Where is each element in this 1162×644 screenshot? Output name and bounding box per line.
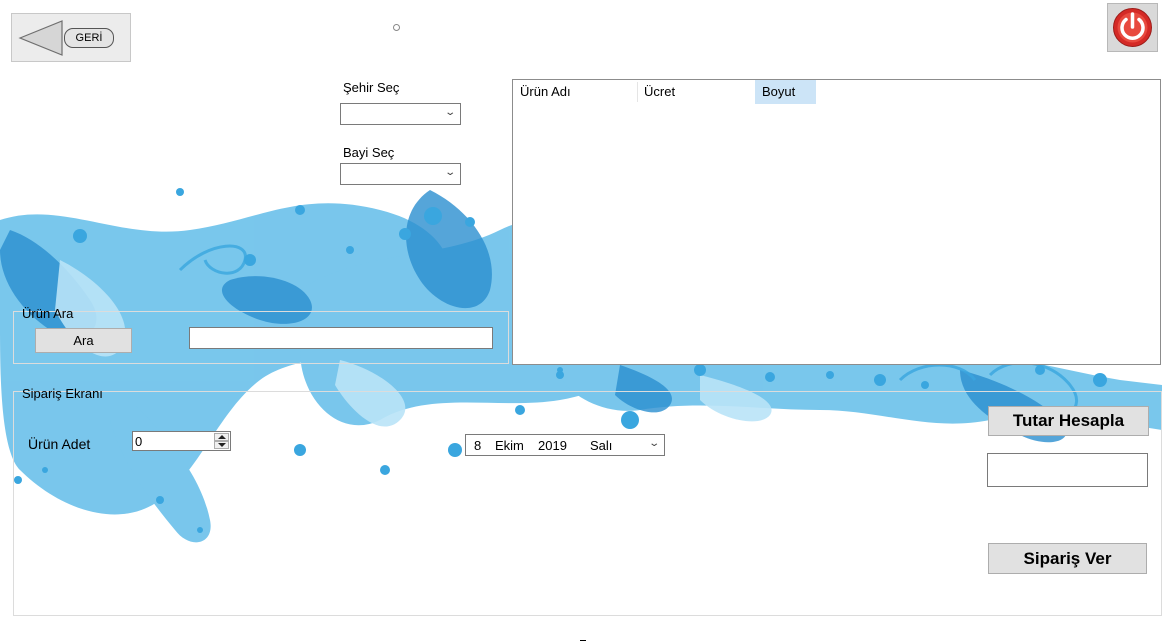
place-order-button[interactable]: Sipariş Ver [988,543,1147,574]
date-year: 2019 [538,438,567,453]
decrement-icon[interactable] [214,441,229,449]
calculate-total-button[interactable]: Tutar Hesapla [988,406,1149,436]
date-day: 8 [474,438,482,453]
increment-icon[interactable] [214,433,229,441]
column-header-price[interactable]: Ücret [637,80,755,104]
back-button[interactable]: GERİ [11,13,131,62]
search-button[interactable]: Ara [35,328,132,353]
chevron-down-icon: ⌄ [443,167,456,178]
date-weekday: Salı [590,438,613,453]
city-select[interactable]: ⌄ [340,103,461,125]
quantity-value: 0 [135,434,143,449]
date-month: Ekim [495,438,524,453]
city-label: Şehir Seç [343,80,400,95]
power-icon [1113,8,1152,47]
search-input[interactable] [189,327,493,349]
product-list[interactable]: Ürün Adı Ücret Boyut [512,79,1161,365]
column-header-size[interactable]: Boyut [755,80,816,104]
quantity-stepper[interactable]: 0 [132,431,231,451]
power-button[interactable] [1107,3,1158,52]
dealer-label: Bayi Seç [343,145,395,160]
quantity-label: Ürün Adet [28,436,91,452]
chevron-down-icon: ⌄ [443,107,456,118]
decorative-dot [393,24,400,31]
order-date-picker[interactable]: 8 Ekim 2019 Salı ⌄ [465,434,665,456]
back-arrow-icon [18,20,63,56]
order-group-title: Sipariş Ekranı [22,386,103,401]
search-group-title: Ürün Ara [22,306,74,321]
decorative-mark [580,640,586,641]
column-header-product-name[interactable]: Ürün Adı [513,80,637,104]
dealer-select[interactable]: ⌄ [340,163,461,185]
chevron-down-icon: ⌄ [647,438,660,449]
back-label: GERİ [64,28,114,48]
total-output[interactable] [987,453,1148,487]
